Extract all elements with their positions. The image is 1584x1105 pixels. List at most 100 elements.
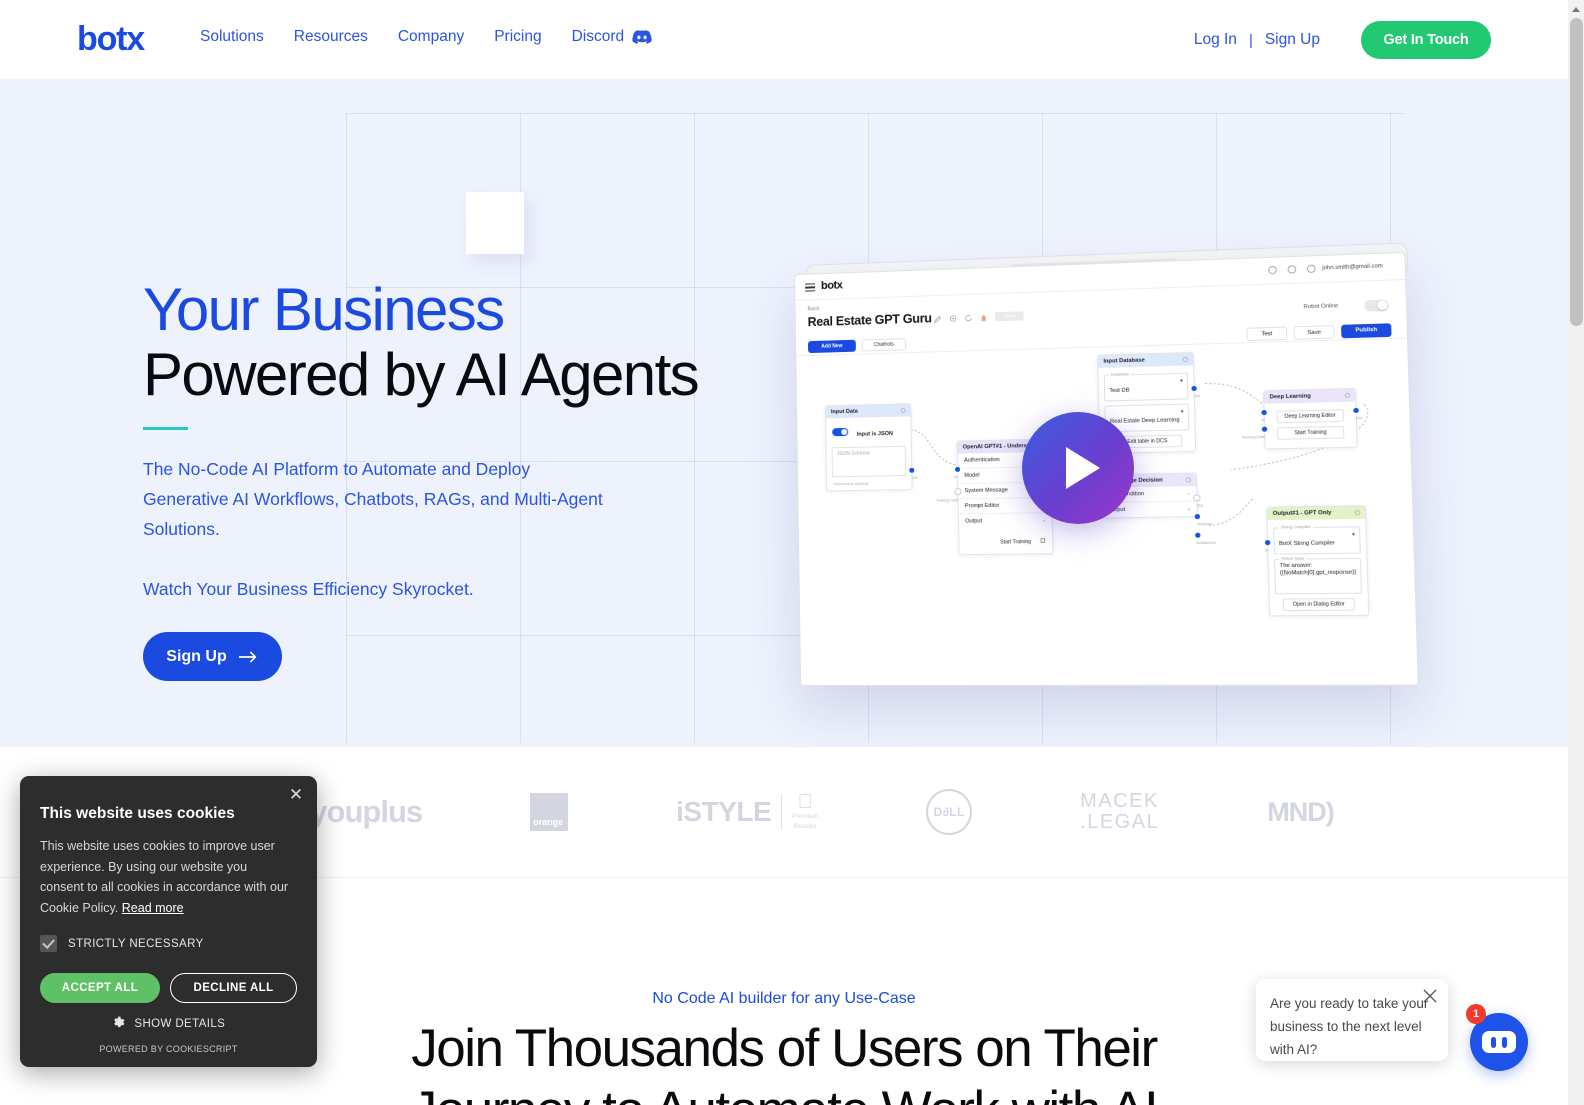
port-in-label: In [1261, 418, 1265, 423]
logo-macek-line2: .LEGAL [1080, 811, 1160, 833]
start-training-button[interactable]: Start Training [1000, 539, 1031, 546]
gear-icon[interactable] [1354, 509, 1361, 515]
help-icon [1287, 265, 1297, 274]
chatbots-dropdown[interactable]: Chatbots [861, 338, 907, 352]
json-schema-textarea[interactable]: JSON Schema [831, 445, 907, 478]
nav-item-pricing[interactable]: Pricing [494, 28, 541, 46]
logo-mnd: MND) [1267, 797, 1334, 828]
strictly-necessary-checkbox[interactable] [40, 935, 57, 952]
browser-viewport: botx Solutions Resources Company Pricing… [0, 0, 1568, 1105]
play-video-button[interactable] [1022, 412, 1134, 524]
save-button[interactable]: Save [1293, 325, 1335, 340]
publish-button[interactable]: Publish [1341, 323, 1392, 339]
chat-greeting-text: Are you ready to take your business to t… [1270, 996, 1429, 1057]
page-title: Your Business Powered by AI Agents [143, 280, 700, 405]
app-brand-logo: botx [820, 279, 843, 293]
gear-icon[interactable] [1344, 392, 1351, 398]
node-deep-learning[interactable]: Deep Learning Deep Learning Editor Start… [1242, 387, 1362, 450]
nav-item-company[interactable]: Company [398, 28, 464, 46]
port-out[interactable] [1193, 494, 1201, 502]
gear-icon[interactable] [1182, 356, 1189, 362]
gpt-row-output[interactable]: Output ⌄ [959, 513, 1052, 529]
cookie-read-more-link[interactable]: Read more [122, 901, 184, 915]
discord-icon [632, 29, 652, 44]
hero-signup-button[interactable]: Sign Up [143, 632, 282, 681]
signup-link[interactable]: Sign Up [1265, 31, 1320, 49]
string-compiler-label: String Compiler [1278, 523, 1313, 530]
port-in[interactable] [1260, 408, 1268, 417]
database-select-label: Database [1108, 371, 1132, 377]
hero-signup-label: Sign Up [166, 647, 227, 665]
robot-online-toggle[interactable] [1364, 299, 1389, 312]
show-details-button[interactable]: SHOW DETAILS [20, 1016, 317, 1030]
port-matched[interactable] [1193, 512, 1202, 521]
port-out-label: Out [911, 475, 918, 480]
schema-note: *Schema is optional [833, 480, 869, 487]
robot-status-label: Robot Online [1303, 303, 1339, 311]
strictly-necessary-row[interactable]: STRICTLY NECESSARY [40, 935, 204, 952]
brand-logo[interactable]: botx [77, 20, 145, 59]
project-title: Real Estate GPT Guru [807, 311, 932, 330]
add-new-button[interactable]: Add New [807, 339, 856, 354]
hero-subtitle: The No-Code AI Platform to Automate and … [143, 459, 603, 539]
robot-says-textarea[interactable]: Robot Says The answer: {{NoMatch[0].gpt_… [1274, 555, 1363, 595]
start-training-button[interactable]: Start Training [1276, 425, 1345, 440]
hero-divider [143, 427, 188, 430]
delete-icon [981, 314, 986, 322]
port-training-data[interactable] [954, 488, 962, 496]
delete-icon[interactable] [1040, 537, 1046, 543]
port-out[interactable] [908, 466, 916, 474]
port-nomatched[interactable] [1193, 531, 1202, 539]
decline-all-button[interactable]: DECLINE ALL [170, 973, 297, 1003]
scrollbar-thumb[interactable] [1570, 18, 1583, 326]
strictly-necessary-label: STRICTLY NECESSARY [68, 937, 204, 950]
site-header: botx Solutions Resources Company Pricing… [0, 0, 1568, 79]
database-select[interactable]: Database Test DB ▾ [1103, 371, 1189, 402]
port-in[interactable] [953, 465, 962, 474]
accept-all-button[interactable]: ACCEPT ALL [40, 973, 160, 1003]
chevron-down-icon: ▾ [1180, 408, 1184, 416]
string-compiler-select[interactable]: String Compiler BotX String Compiler ▾ [1273, 523, 1361, 555]
chevron-down-icon: ▾ [1352, 531, 1355, 538]
port-nomatched-label: NoMatched [1195, 540, 1216, 546]
scroll-up-arrow[interactable] [1568, 0, 1584, 17]
back-link: Back [807, 306, 820, 313]
nav-item-resources[interactable]: Resources [294, 28, 368, 46]
node-input-database-title: Input Database [1103, 357, 1145, 365]
cookie-powered-by: POWERED BY COOKIESCRIPT [99, 1044, 238, 1054]
logo-istyle-sub1: Premium [792, 813, 818, 821]
apple-icon:  [798, 792, 813, 812]
chevron-down-icon: ⌄ [1186, 505, 1192, 513]
logo-dell: D∂LL [926, 789, 973, 835]
port-in[interactable] [1263, 538, 1272, 547]
robot-eye-left [1491, 1036, 1496, 1048]
offline-badge: Offline [994, 311, 1024, 322]
node-output-gpt[interactable]: Output#1 - GPT Only String Compiler BotX… [1263, 505, 1370, 617]
node-deep-learning-title: Deep Learning [1269, 393, 1311, 401]
gear-icon[interactable] [1185, 477, 1192, 483]
input-json-toggle[interactable] [832, 427, 849, 437]
nav-item-discord[interactable]: Discord [572, 28, 653, 46]
show-details-label: SHOW DETAILS [134, 1018, 226, 1030]
login-link[interactable]: Log In [1194, 31, 1237, 49]
get-in-touch-button[interactable]: Get In Touch [1361, 21, 1491, 59]
auth-links: Log In | Sign Up [1194, 31, 1320, 49]
node-input-data[interactable]: Input Data Input is JSON JSON Schema *Sc… [824, 403, 918, 492]
decorative-floating-card [466, 192, 524, 254]
close-icon[interactable] [1423, 989, 1437, 1003]
close-icon[interactable]: ✕ [287, 786, 305, 804]
deep-learning-editor-button[interactable]: Deep Learning Editor [1276, 409, 1344, 424]
test-button[interactable]: Test [1246, 326, 1288, 342]
page-root: botx Solutions Resources Company Pricing… [0, 0, 1584, 1105]
logo-istyle-text: iSTYLE [676, 796, 772, 827]
nav-item-solutions[interactable]: Solutions [200, 28, 264, 46]
logo-macek-line1: MACEK [1080, 790, 1159, 812]
refresh-icon [964, 314, 972, 322]
port-training-data[interactable] [1260, 425, 1269, 433]
logo-macek-legal: MACEK .LEGAL [1080, 791, 1159, 833]
primary-nav: Solutions Resources Company Pricing Disc… [200, 28, 652, 46]
gear-icon[interactable] [900, 407, 906, 413]
edit-icon [934, 315, 942, 323]
page-scrollbar[interactable] [1568, 0, 1584, 1105]
open-dialog-editor-button[interactable]: Open in Dialog Editor [1282, 597, 1356, 612]
